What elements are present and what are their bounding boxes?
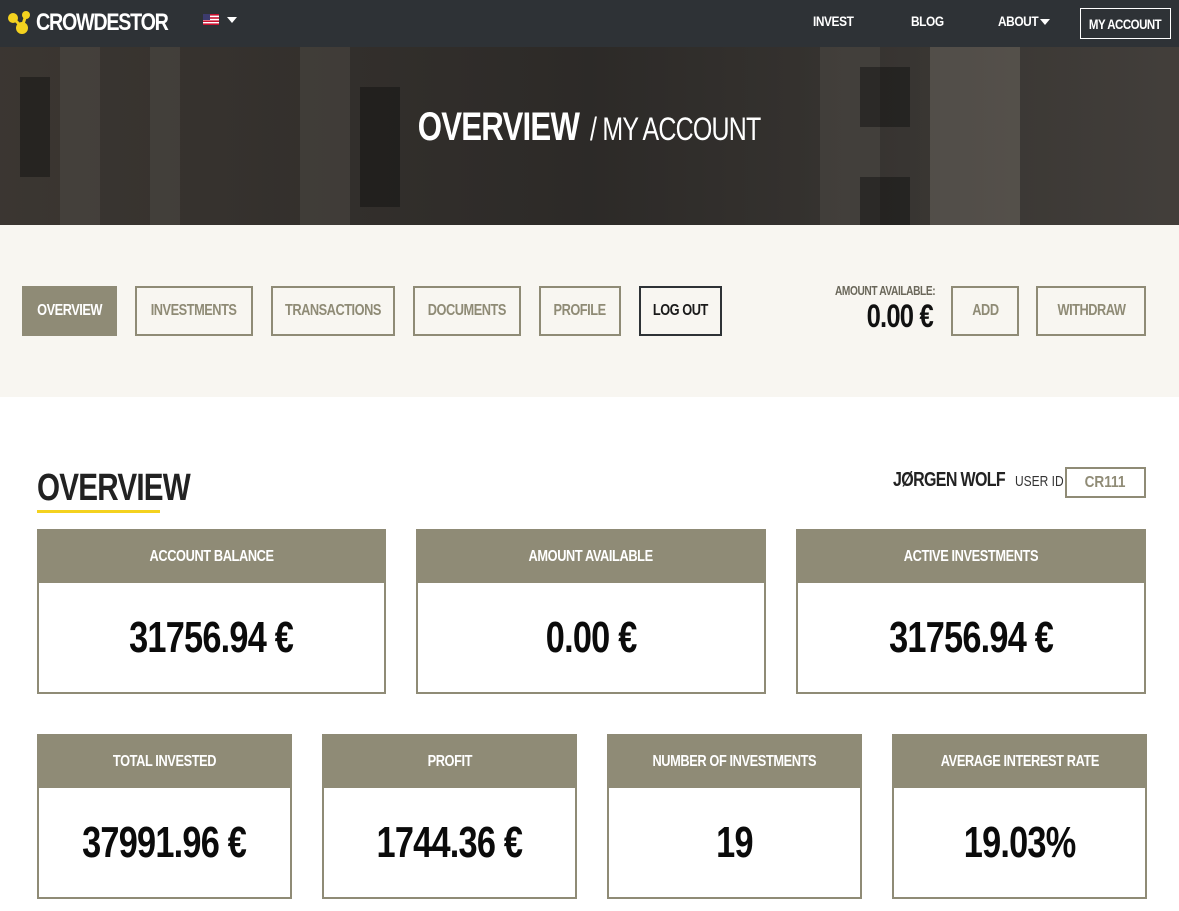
logout-label: LOG OUT xyxy=(653,302,708,319)
card-value: 0.00 € xyxy=(418,583,764,692)
about-chevron-down-icon[interactable] xyxy=(1040,19,1050,25)
card-value: 19 xyxy=(609,788,860,897)
logo[interactable]: CROWDESTOR xyxy=(6,8,197,38)
tab-label: OVERVIEW xyxy=(37,302,102,319)
card-header: PROFIT xyxy=(324,736,575,788)
card-value-text: 19.03% xyxy=(963,817,1077,867)
top-navbar: CROWDESTOR INVEST BLOG ABOUT MY ACCOUNT xyxy=(0,0,1179,47)
brand-name: CROWDESTOR xyxy=(36,9,169,36)
user-name-text: JØRGEN WOLF xyxy=(893,469,1006,491)
account-balance-card: ACCOUNT BALANCE 31756.94 € xyxy=(37,529,386,694)
active-investments-card: ACTIVE INVESTMENTS 31756.94 € xyxy=(796,529,1146,694)
user-id-badge: CR111 xyxy=(1065,467,1146,498)
card-value-text: 19 xyxy=(716,817,753,867)
tab-label: INVESTMENTS xyxy=(151,302,237,319)
card-label: NUMBER OF INVESTMENTS xyxy=(652,753,817,770)
card-value-text: 31756.94 € xyxy=(129,612,295,662)
card-value-text: 1744.36 € xyxy=(376,817,523,867)
nav-about-link[interactable]: ABOUT xyxy=(998,13,1039,29)
hero-banner: OVERVIEW / MY ACCOUNT xyxy=(0,47,1179,225)
card-value: 1744.36 € xyxy=(324,788,575,897)
profit-card: PROFIT 1744.36 € xyxy=(322,734,577,899)
card-value-text: 37991.96 € xyxy=(82,817,248,867)
crowdestor-logo-icon xyxy=(8,11,30,34)
page-title-main: OVERVIEW xyxy=(417,105,579,149)
amount-available-label: AMOUNT AVAILABLE: xyxy=(835,283,936,298)
card-label: TOTAL INVESTED xyxy=(112,753,217,770)
tab-documents[interactable]: DOCUMENTS xyxy=(413,286,521,336)
language-chevron-down-icon[interactable] xyxy=(227,17,237,23)
card-label: AMOUNT AVAILABLE xyxy=(528,548,654,565)
amount-available-text: 0.00 € xyxy=(866,298,934,334)
us-flag-icon[interactable] xyxy=(203,14,219,25)
tab-label: TRANSACTIONS xyxy=(285,302,381,319)
tab-overview[interactable]: OVERVIEW xyxy=(22,286,117,336)
withdraw-button[interactable]: WITHDRAW xyxy=(1036,286,1146,336)
tab-profile[interactable]: PROFILE xyxy=(539,286,621,336)
tab-label: PROFILE xyxy=(553,302,607,319)
add-label: ADD xyxy=(971,302,999,319)
card-label: ACCOUNT BALANCE xyxy=(149,548,274,565)
number-of-investments-card: NUMBER OF INVESTMENTS 19 xyxy=(607,734,862,899)
card-header: TOTAL INVESTED xyxy=(39,736,290,788)
section-title: OVERVIEW xyxy=(37,467,233,510)
tab-label: DOCUMENTS xyxy=(427,302,507,319)
card-header: AVERAGE INTEREST RATE xyxy=(894,736,1145,788)
average-interest-rate-card: AVERAGE INTEREST RATE 19.03% xyxy=(892,734,1147,899)
card-label: AVERAGE INTEREST RATE xyxy=(940,753,1099,770)
nav-invest-link[interactable]: INVEST xyxy=(813,13,854,29)
page-title: OVERVIEW / MY ACCOUNT xyxy=(0,105,1179,150)
section-title-underline xyxy=(37,510,160,513)
card-value: 37991.96 € xyxy=(39,788,290,897)
user-id-value: CR111 xyxy=(1085,473,1126,491)
card-value: 31756.94 € xyxy=(39,583,384,692)
withdraw-label: WITHDRAW xyxy=(1057,302,1125,319)
section-title-text: OVERVIEW xyxy=(37,467,191,509)
card-header: AMOUNT AVAILABLE xyxy=(418,531,764,583)
card-value: 31756.94 € xyxy=(798,583,1144,692)
card-value: 19.03% xyxy=(894,788,1145,897)
user-id-label-text: USER ID xyxy=(1015,473,1064,490)
page-title-sub: / MY ACCOUNT xyxy=(589,111,761,147)
tab-transactions[interactable]: TRANSACTIONS xyxy=(271,286,395,336)
card-header: ACTIVE INVESTMENTS xyxy=(798,531,1144,583)
card-header: NUMBER OF INVESTMENTS xyxy=(609,736,860,788)
card-value-text: 0.00 € xyxy=(545,612,638,662)
total-invested-card: TOTAL INVESTED 37991.96 € xyxy=(37,734,292,899)
card-label: PROFIT xyxy=(427,753,472,770)
user-name: JØRGEN WOLF xyxy=(893,469,1033,492)
my-account-label: MY ACCOUNT xyxy=(1089,15,1162,32)
tab-investments[interactable]: INVESTMENTS xyxy=(135,286,253,336)
card-header: ACCOUNT BALANCE xyxy=(39,531,384,583)
add-funds-button[interactable]: ADD xyxy=(951,286,1019,336)
card-label: ACTIVE INVESTMENTS xyxy=(903,548,1039,565)
nav-blog-link[interactable]: BLOG xyxy=(911,13,944,29)
logout-button[interactable]: LOG OUT xyxy=(639,286,722,336)
amount-available-value: 0.00 € xyxy=(825,298,934,335)
hero-decor xyxy=(860,177,910,225)
amount-available-card: AMOUNT AVAILABLE 0.00 € xyxy=(416,529,766,694)
account-subnav: OVERVIEW INVESTMENTS TRANSACTIONS DOCUME… xyxy=(0,225,1179,397)
card-value-text: 31756.94 € xyxy=(889,612,1054,662)
my-account-button[interactable]: MY ACCOUNT xyxy=(1080,8,1171,39)
